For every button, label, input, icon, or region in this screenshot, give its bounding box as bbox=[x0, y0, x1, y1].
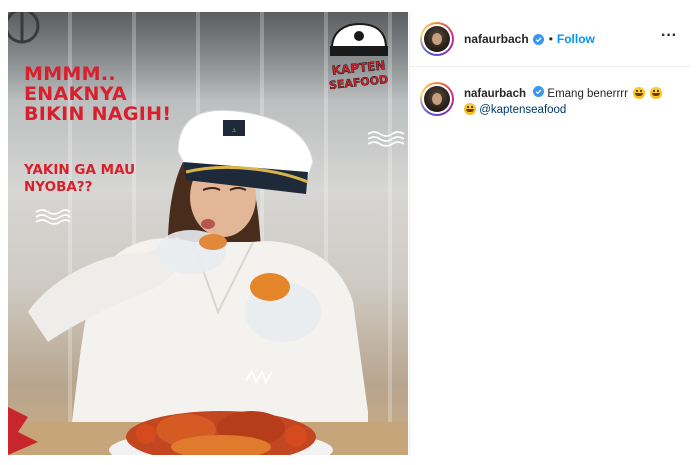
verified-badge-icon bbox=[532, 33, 544, 45]
subline-line-2: NYOBA?? bbox=[24, 179, 93, 195]
avatar bbox=[424, 26, 450, 52]
caption-mention-link[interactable]: @kaptenseafood bbox=[479, 104, 566, 116]
grinning-face-emoji-icon bbox=[650, 87, 663, 99]
headline-line-1: MMMM.. bbox=[24, 63, 116, 85]
promo-headline: MMMM.. ENAKNYA BIKIN NAGIH! bbox=[24, 64, 224, 124]
grinning-face-emoji-icon bbox=[464, 103, 476, 115]
avatar-frame bbox=[422, 24, 452, 54]
post-image[interactable]: ⚓ MMMM.. ENAKNYA BIKIN NAGIH! YAKIN GA M… bbox=[8, 12, 408, 455]
caption-text: nafaurbach Emang benerrrr @kaptenseafood bbox=[464, 86, 679, 118]
crab-plate bbox=[109, 411, 333, 455]
avatar-story-ring[interactable] bbox=[420, 82, 454, 116]
subline-line-1: YAKIN GA MAU bbox=[24, 162, 136, 178]
kapten-seafood-logo: KAPTEN SEAFOOD bbox=[328, 22, 389, 92]
caption-body: Emang benerrrr bbox=[547, 88, 628, 100]
avatar-frame bbox=[422, 84, 452, 114]
more-options-icon[interactable]: ··· bbox=[661, 28, 677, 46]
header-separator: • bbox=[548, 32, 553, 46]
avatar bbox=[424, 86, 450, 112]
verified-badge-icon bbox=[533, 86, 545, 97]
follow-button[interactable]: Follow bbox=[557, 32, 595, 46]
header-username[interactable]: nafaurbach bbox=[464, 32, 529, 46]
svg-text:⚓: ⚓ bbox=[232, 128, 236, 134]
promo-subline: YAKIN GA MAU NYOBA?? bbox=[24, 162, 184, 196]
caption-row: nafaurbach Emang benerrrr @kaptenseafood bbox=[420, 82, 682, 118]
caption-username[interactable]: nafaurbach bbox=[464, 88, 526, 100]
post-header: nafaurbach • Follow ··· bbox=[410, 12, 691, 67]
wave-decoration-icon bbox=[368, 131, 404, 147]
post-side-panel: nafaurbach • Follow ··· nafaurbach Emang… bbox=[409, 12, 691, 455]
headline-line-2: ENAKNYA bbox=[24, 83, 127, 105]
wave-decoration-icon bbox=[35, 209, 70, 225]
avatar-story-ring[interactable] bbox=[420, 22, 454, 56]
headline-line-3: BIKIN NAGIH! bbox=[24, 103, 172, 125]
grinning-face-emoji-icon bbox=[633, 87, 646, 99]
